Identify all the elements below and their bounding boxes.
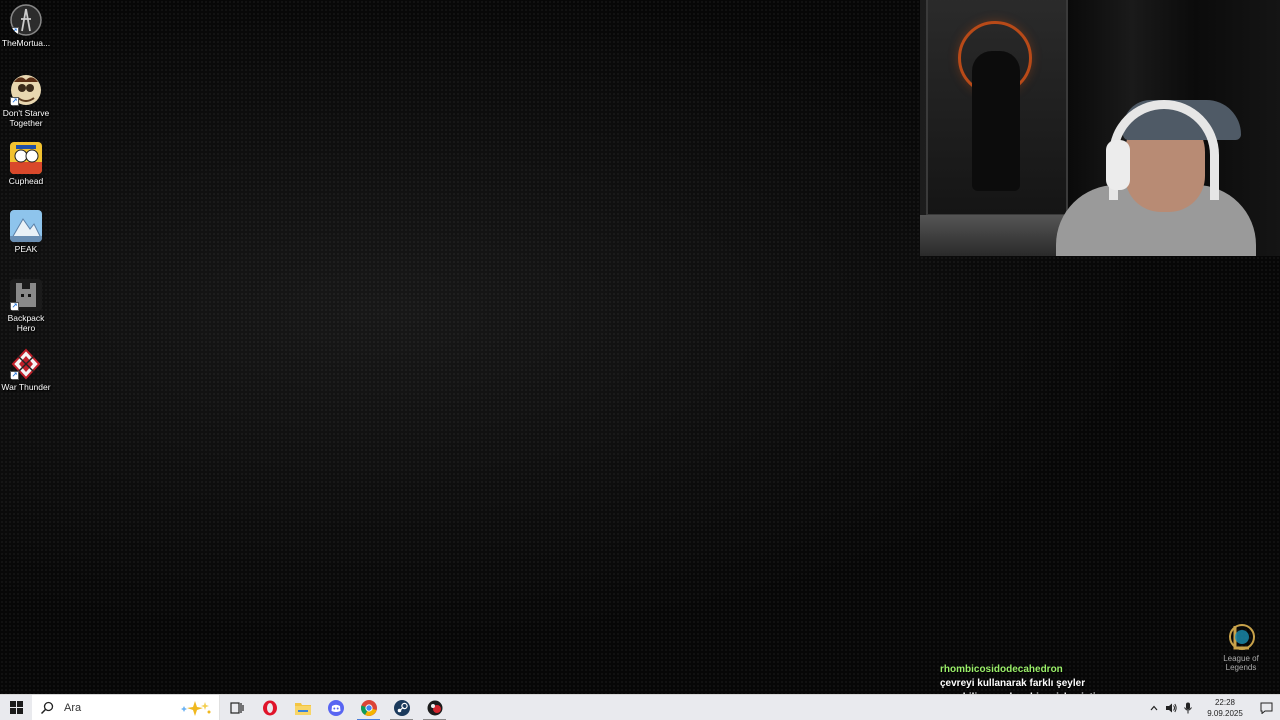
clock-date: 9.09.2025 [1207, 708, 1243, 718]
chrome-icon [360, 699, 377, 716]
tray-overflow-button[interactable] [1146, 695, 1162, 720]
desktop-icon-label: TheMortua... [1, 38, 51, 48]
notification-center-button[interactable] [1252, 695, 1280, 720]
taskbar-app-game[interactable] [418, 695, 451, 720]
file-explorer-icon [294, 702, 311, 715]
desk-object [920, 215, 1070, 256]
game-app-icon [427, 700, 442, 715]
desktop-icon-cuphead[interactable]: Cuphead [0, 142, 52, 186]
taskbar-search[interactable]: Ara [32, 694, 220, 720]
taskbar-app-chrome[interactable] [352, 695, 385, 720]
cuphead-icon [10, 142, 42, 174]
microphone-button[interactable] [1180, 695, 1196, 720]
desktop-icon-label: War Thunder [1, 382, 51, 392]
taskbar-app-discord[interactable] [319, 695, 352, 720]
taskbar-clock[interactable]: 22:28 9.09.2025 [1198, 697, 1252, 719]
desktop: ↗ TheMortua... ↗ Don't Starve Together C… [0, 0, 1280, 694]
desktop-icon-the-mortuary-assistant[interactable]: ↗ TheMortua... [0, 4, 52, 48]
backpack-hero-icon: ↗ [10, 279, 42, 311]
start-button[interactable] [0, 695, 32, 720]
steam-icon [393, 699, 410, 716]
taskbar-app-file-explorer[interactable] [286, 695, 319, 720]
taskbar-app-steam[interactable] [385, 695, 418, 720]
desktop-icon-backpack-hero[interactable]: ↗ Backpack Hero [0, 279, 52, 333]
chevron-up-icon [1150, 705, 1157, 710]
desktop-icon-war-thunder[interactable]: ↗ War Thunder [0, 348, 52, 392]
desktop-icon-label: Backpack Hero [7, 313, 45, 333]
war-thunder-icon: ↗ [10, 348, 42, 380]
headphone-cup [1106, 140, 1130, 190]
the-mortuary-assistant-icon: ↗ [10, 4, 42, 36]
microphone-icon [1183, 702, 1192, 713]
clock-time: 22:28 [1214, 697, 1236, 707]
desktop-icon-label: PEAK [14, 244, 38, 254]
league-of-legends-icon [1226, 622, 1256, 652]
discord-icon [327, 699, 344, 716]
desktop-icon-label: Cuphead [8, 176, 44, 186]
opera-icon [262, 700, 277, 715]
peak-icon [10, 210, 42, 242]
chat-message: çevreyi kullanarak farklı şeyler yapabil… [940, 678, 1105, 694]
taskbar-app-opera[interactable] [253, 695, 286, 720]
task-view-icon [229, 701, 244, 714]
dont-starve-together-icon: ↗ [10, 74, 42, 106]
webcam-overlay [920, 0, 1280, 256]
notification-icon [1260, 702, 1272, 714]
desktop-icon-peak[interactable]: PEAK [0, 210, 52, 254]
search-placeholder: Ara [64, 701, 82, 714]
volume-icon [1165, 703, 1177, 712]
chat-overlay: rhombicosidodecahedron çevreyi kullanarak… [940, 663, 1276, 694]
search-icon [40, 701, 54, 714]
desktop-icon-dont-starve-together[interactable]: ↗ Don't Starve Together [0, 74, 52, 128]
chat-username: rhombicosidodecahedron [940, 664, 1063, 675]
search-highlight-icon [181, 700, 211, 716]
taskbar: Ara 22:28 9.09.2025 [0, 694, 1280, 720]
wall-poster [926, 0, 1068, 216]
task-view-button[interactable] [220, 695, 253, 720]
windows-icon [9, 701, 23, 714]
desktop-icon-label: Don't Starve Together [2, 108, 50, 128]
volume-button[interactable] [1163, 695, 1179, 720]
system-tray: 22:28 9.09.2025 [1145, 695, 1280, 720]
